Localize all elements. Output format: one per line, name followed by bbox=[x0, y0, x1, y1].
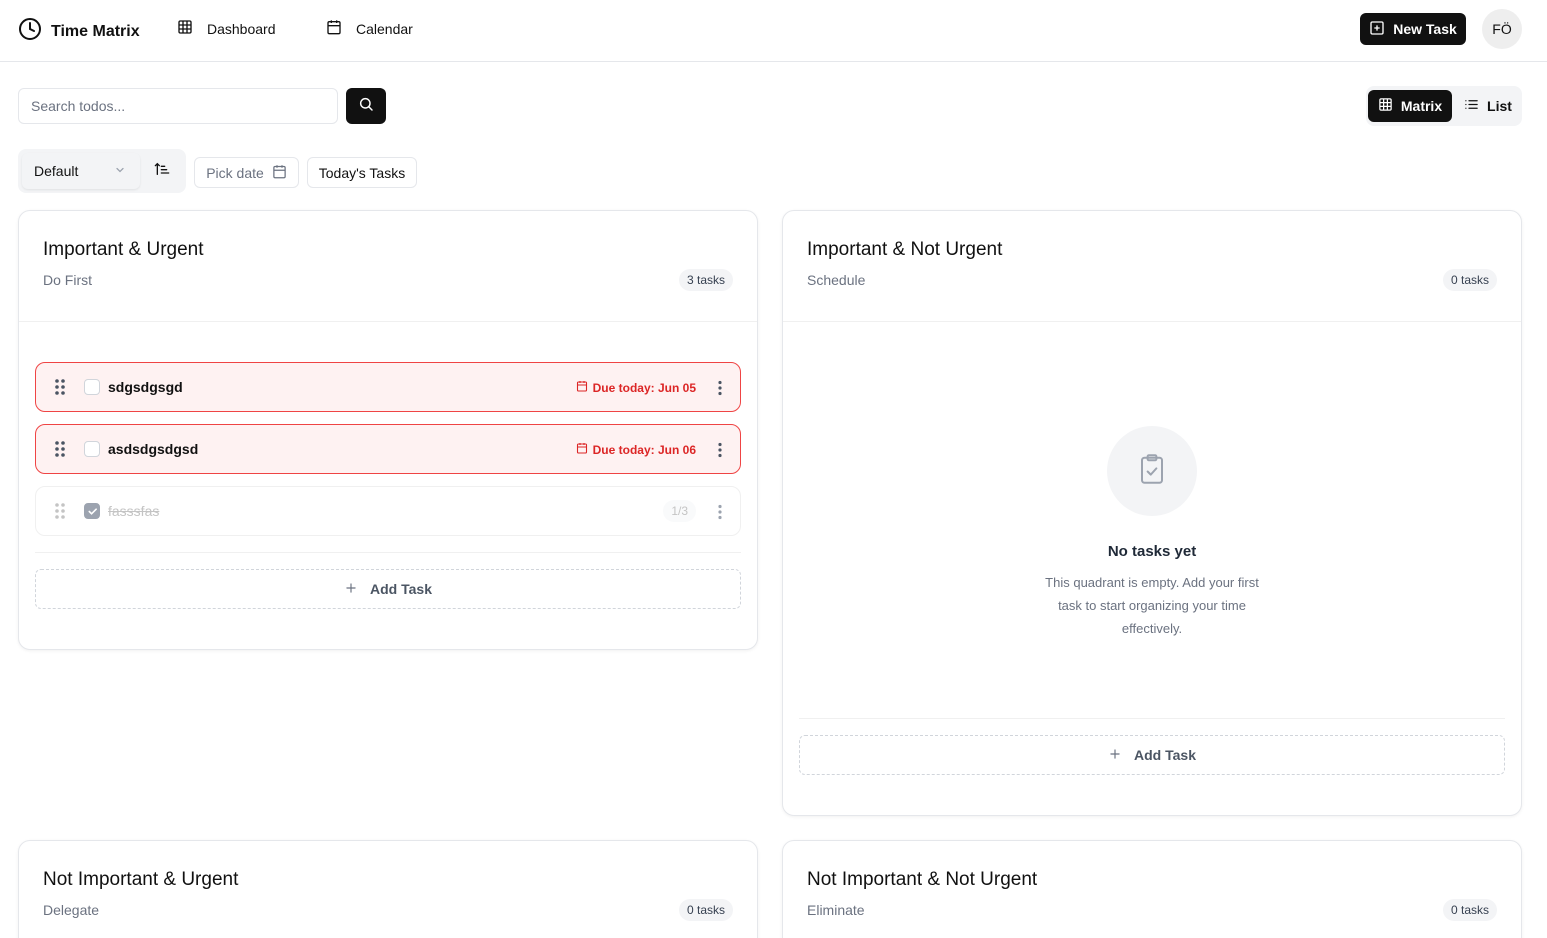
due-date-label: Due today: Jun 05 bbox=[576, 380, 696, 395]
divider bbox=[783, 321, 1521, 322]
grid-icon bbox=[177, 19, 193, 38]
search-button[interactable] bbox=[346, 88, 386, 124]
grid-icon bbox=[1378, 97, 1393, 115]
task-title: fasssfas bbox=[108, 503, 160, 519]
due-date-text: Due today: Jun 06 bbox=[592, 442, 696, 457]
list-icon bbox=[1464, 97, 1479, 115]
task-checkbox[interactable] bbox=[84, 379, 100, 395]
view-toggle: Matrix List bbox=[1366, 86, 1522, 126]
quadrant-not-important-not-urgent: Not Important & Not Urgent Eliminate 0 t… bbox=[782, 840, 1522, 938]
nav-calendar[interactable]: Calendar bbox=[326, 19, 413, 38]
divider bbox=[799, 718, 1505, 719]
view-list-button[interactable]: List bbox=[1456, 90, 1520, 122]
drag-handle-icon[interactable] bbox=[54, 502, 66, 520]
brand[interactable]: Time Matrix bbox=[18, 17, 140, 46]
view-matrix-button[interactable]: Matrix bbox=[1368, 90, 1452, 122]
task-item[interactable]: sdgsdgsgd Due today: Jun 05 bbox=[35, 362, 741, 412]
todays-tasks-button[interactable]: Today's Tasks bbox=[307, 157, 417, 188]
empty-state-title: No tasks yet bbox=[1107, 543, 1197, 560]
quadrant-title: Not Important & Urgent bbox=[43, 869, 239, 890]
divider bbox=[35, 552, 741, 553]
view-matrix-label: Matrix bbox=[1400, 98, 1443, 114]
task-checkbox[interactable] bbox=[84, 503, 100, 519]
view-list-label: List bbox=[1487, 98, 1512, 114]
calendar-icon bbox=[576, 380, 588, 395]
quadrant-title: Not Important & Not Urgent bbox=[807, 869, 1038, 890]
quadrant-important-urgent: Important & Urgent Do First 3 tasks sdgs… bbox=[18, 210, 758, 650]
empty-state-text: This quadrant is empty. Add your first t… bbox=[1045, 575, 1259, 636]
quadrant-not-important-urgent: Not Important & Urgent Delegate 0 tasks bbox=[18, 840, 758, 938]
quadrant-important-not-urgent: Important & Not Urgent Schedule 0 tasks … bbox=[782, 210, 1522, 816]
sort-direction-button[interactable] bbox=[152, 161, 172, 181]
quadrant-subtitle: Delegate bbox=[43, 902, 100, 918]
more-vertical-icon[interactable] bbox=[716, 441, 724, 459]
empty-state-illustration bbox=[1107, 426, 1197, 516]
calendar-icon bbox=[272, 164, 287, 182]
pick-date-label: Pick date bbox=[206, 164, 264, 181]
app-title: Time Matrix bbox=[51, 22, 140, 40]
quadrant-subtitle: Eliminate bbox=[807, 902, 865, 918]
more-vertical-icon[interactable] bbox=[716, 503, 724, 521]
search-icon bbox=[358, 96, 374, 117]
plus-icon bbox=[1108, 747, 1122, 764]
due-date-label: Due today: Jun 06 bbox=[576, 442, 696, 457]
add-task-button[interactable]: Add Task bbox=[35, 569, 741, 609]
nav-dashboard[interactable]: Dashboard bbox=[177, 19, 276, 38]
quadrant-title: Important & Not Urgent bbox=[807, 239, 1003, 260]
chevron-down-icon bbox=[114, 163, 126, 179]
task-count-badge: 0 tasks bbox=[678, 899, 733, 921]
calendar-icon bbox=[326, 19, 342, 38]
task-item[interactable]: fasssfas 1/3 bbox=[35, 486, 741, 536]
sort-select[interactable]: Default bbox=[22, 153, 140, 189]
task-count-badge: 0 tasks bbox=[1442, 269, 1497, 291]
calendar-icon bbox=[576, 442, 588, 457]
quadrant-subtitle: Do First bbox=[43, 272, 92, 288]
new-task-button[interactable]: New Task bbox=[1360, 13, 1466, 45]
pick-date-button[interactable]: Pick date bbox=[194, 157, 299, 188]
nav-calendar-label: Calendar bbox=[356, 20, 413, 37]
quadrant-title: Important & Urgent bbox=[43, 239, 204, 260]
drag-handle-icon[interactable] bbox=[54, 440, 66, 458]
add-task-button[interactable]: Add Task bbox=[799, 735, 1505, 775]
due-date-text: Due today: Jun 05 bbox=[592, 380, 696, 395]
nav-dashboard-label: Dashboard bbox=[207, 20, 276, 37]
task-title: asdsdgsdgsd bbox=[108, 441, 199, 457]
task-count-badge: 3 tasks bbox=[678, 269, 733, 291]
task-count-badge: 0 tasks bbox=[1442, 899, 1497, 921]
more-vertical-icon[interactable] bbox=[716, 379, 724, 397]
add-task-label: Add Task bbox=[1134, 747, 1196, 763]
task-checkbox[interactable] bbox=[84, 441, 100, 457]
add-task-label: Add Task bbox=[370, 581, 432, 597]
plus-icon bbox=[344, 581, 358, 598]
top-navigation-bar: Time Matrix Dashboard Calendar New Task … bbox=[0, 0, 1547, 62]
avatar[interactable]: FÖ bbox=[1482, 9, 1522, 49]
plus-square-icon bbox=[1369, 20, 1385, 39]
search-input[interactable] bbox=[18, 88, 338, 124]
divider bbox=[19, 321, 757, 322]
sort-select-value: Default bbox=[34, 163, 79, 179]
task-item[interactable]: asdsdgsdgsd Due today: Jun 06 bbox=[35, 424, 741, 474]
task-title: sdgsdgsgd bbox=[108, 379, 183, 395]
new-task-label: New Task bbox=[1393, 21, 1457, 37]
clipboard-check-icon bbox=[1137, 452, 1167, 491]
clock-icon bbox=[18, 17, 42, 46]
subtask-progress-badge: 1/3 bbox=[663, 500, 696, 522]
sort-controls: Default bbox=[18, 149, 186, 193]
quadrant-subtitle: Schedule bbox=[807, 272, 866, 288]
drag-handle-icon[interactable] bbox=[54, 378, 66, 396]
sort-ascending-icon bbox=[154, 161, 170, 182]
